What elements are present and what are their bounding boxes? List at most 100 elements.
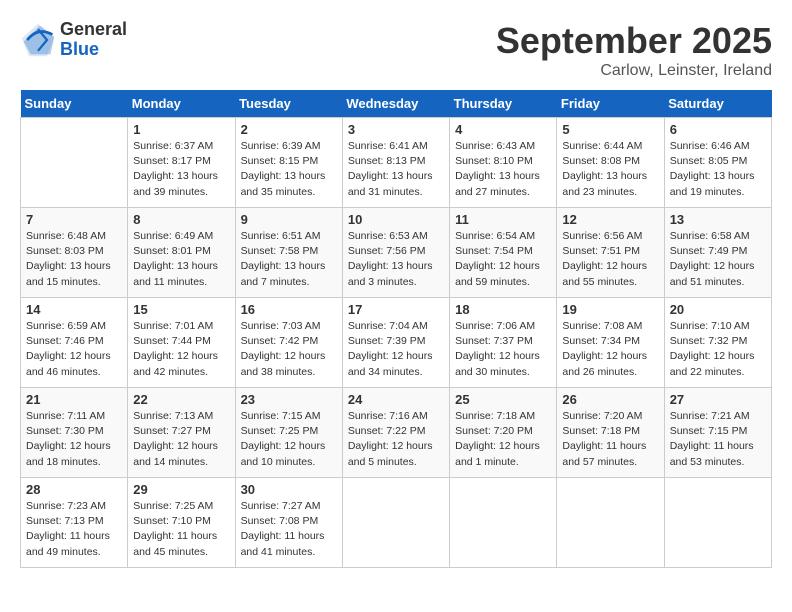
calendar-cell: 15 Sunrise: 7:01 AM Sunset: 7:44 PM Dayli…	[128, 298, 235, 388]
day-info: Sunrise: 7:18 AM Sunset: 7:20 PM Dayligh…	[455, 409, 551, 470]
day-info: Sunrise: 7:04 AM Sunset: 7:39 PM Dayligh…	[348, 319, 444, 380]
day-number: 21	[26, 392, 122, 407]
calendar-week-5: 28 Sunrise: 7:23 AM Sunset: 7:13 PM Dayli…	[21, 478, 772, 568]
calendar-cell: 22 Sunrise: 7:13 AM Sunset: 7:27 PM Dayli…	[128, 388, 235, 478]
calendar-cell	[450, 478, 557, 568]
day-number: 15	[133, 302, 229, 317]
day-info: Sunrise: 6:41 AM Sunset: 8:13 PM Dayligh…	[348, 139, 444, 200]
day-number: 18	[455, 302, 551, 317]
day-number: 17	[348, 302, 444, 317]
day-number: 30	[241, 482, 337, 497]
page-header: General Blue September 2025 Carlow, Lein…	[20, 20, 772, 80]
day-info: Sunrise: 6:43 AM Sunset: 8:10 PM Dayligh…	[455, 139, 551, 200]
day-info: Sunrise: 6:48 AM Sunset: 8:03 PM Dayligh…	[26, 229, 122, 290]
calendar-cell: 25 Sunrise: 7:18 AM Sunset: 7:20 PM Dayli…	[450, 388, 557, 478]
calendar-cell: 27 Sunrise: 7:21 AM Sunset: 7:15 PM Dayli…	[664, 388, 771, 478]
day-info: Sunrise: 6:59 AM Sunset: 7:46 PM Dayligh…	[26, 319, 122, 380]
day-number: 7	[26, 212, 122, 227]
day-info: Sunrise: 6:37 AM Sunset: 8:17 PM Dayligh…	[133, 139, 229, 200]
day-info: Sunrise: 6:53 AM Sunset: 7:56 PM Dayligh…	[348, 229, 444, 290]
day-number: 11	[455, 212, 551, 227]
day-info: Sunrise: 6:51 AM Sunset: 7:58 PM Dayligh…	[241, 229, 337, 290]
calendar-cell: 8Sunrise: 6:49 AM Sunset: 8:01 PM Daylig…	[128, 208, 235, 298]
calendar-cell: 10 Sunrise: 6:53 AM Sunset: 7:56 PM Dayli…	[342, 208, 449, 298]
calendar-cell: 16 Sunrise: 7:03 AM Sunset: 7:42 PM Dayli…	[235, 298, 342, 388]
day-number: 23	[241, 392, 337, 407]
calendar-week-1: 1Sunrise: 6:37 AM Sunset: 8:17 PM Daylig…	[21, 118, 772, 208]
calendar-cell: 5 Sunrise: 6:44 AM Sunset: 8:08 PM Daylig…	[557, 118, 664, 208]
day-number: 20	[670, 302, 766, 317]
day-info: Sunrise: 7:08 AM Sunset: 7:34 PM Dayligh…	[562, 319, 658, 380]
day-number: 25	[455, 392, 551, 407]
calendar-cell: 18Sunrise: 7:06 AM Sunset: 7:37 PM Dayli…	[450, 298, 557, 388]
day-info: Sunrise: 7:23 AM Sunset: 7:13 PM Dayligh…	[26, 499, 122, 560]
calendar-cell: 2 Sunrise: 6:39 AM Sunset: 8:15 PM Daylig…	[235, 118, 342, 208]
calendar-cell: 13 Sunrise: 6:58 AM Sunset: 7:49 PM Dayli…	[664, 208, 771, 298]
day-number: 16	[241, 302, 337, 317]
day-number: 28	[26, 482, 122, 497]
day-info: Sunrise: 6:39 AM Sunset: 8:15 PM Dayligh…	[241, 139, 337, 200]
day-header-friday: Friday	[557, 90, 664, 118]
day-number: 29	[133, 482, 229, 497]
day-number: 6	[670, 122, 766, 137]
day-info: Sunrise: 6:54 AM Sunset: 7:54 PM Dayligh…	[455, 229, 551, 290]
day-info: Sunrise: 7:03 AM Sunset: 7:42 PM Dayligh…	[241, 319, 337, 380]
day-header-tuesday: Tuesday	[235, 90, 342, 118]
day-info: Sunrise: 7:01 AM Sunset: 7:44 PM Dayligh…	[133, 319, 229, 380]
day-info: Sunrise: 7:21 AM Sunset: 7:15 PM Dayligh…	[670, 409, 766, 470]
calendar-cell: 6 Sunrise: 6:46 AM Sunset: 8:05 PM Daylig…	[664, 118, 771, 208]
calendar-cell: 30 Sunrise: 7:27 AM Sunset: 7:08 PM Dayli…	[235, 478, 342, 568]
day-info: Sunrise: 7:25 AM Sunset: 7:10 PM Dayligh…	[133, 499, 229, 560]
calendar-cell	[21, 118, 128, 208]
day-number: 5	[562, 122, 658, 137]
day-header-wednesday: Wednesday	[342, 90, 449, 118]
calendar-week-4: 21 Sunrise: 7:11 AM Sunset: 7:30 PM Dayli…	[21, 388, 772, 478]
calendar-cell: 12Sunrise: 6:56 AM Sunset: 7:51 PM Dayli…	[557, 208, 664, 298]
calendar-cell: 4Sunrise: 6:43 AM Sunset: 8:10 PM Daylig…	[450, 118, 557, 208]
day-header-monday: Monday	[128, 90, 235, 118]
day-number: 12	[562, 212, 658, 227]
calendar-cell	[557, 478, 664, 568]
day-info: Sunrise: 7:15 AM Sunset: 7:25 PM Dayligh…	[241, 409, 337, 470]
day-header-saturday: Saturday	[664, 90, 771, 118]
day-number: 22	[133, 392, 229, 407]
calendar-body: 1Sunrise: 6:37 AM Sunset: 8:17 PM Daylig…	[21, 118, 772, 568]
calendar-cell: 1Sunrise: 6:37 AM Sunset: 8:17 PM Daylig…	[128, 118, 235, 208]
day-info: Sunrise: 7:13 AM Sunset: 7:27 PM Dayligh…	[133, 409, 229, 470]
day-number: 2	[241, 122, 337, 137]
day-number: 10	[348, 212, 444, 227]
day-info: Sunrise: 6:58 AM Sunset: 7:49 PM Dayligh…	[670, 229, 766, 290]
calendar-cell: 21 Sunrise: 7:11 AM Sunset: 7:30 PM Dayli…	[21, 388, 128, 478]
day-info: Sunrise: 6:46 AM Sunset: 8:05 PM Dayligh…	[670, 139, 766, 200]
day-info: Sunrise: 7:10 AM Sunset: 7:32 PM Dayligh…	[670, 319, 766, 380]
day-number: 13	[670, 212, 766, 227]
calendar-cell: 24Sunrise: 7:16 AM Sunset: 7:22 PM Dayli…	[342, 388, 449, 478]
day-number: 9	[241, 212, 337, 227]
month-title: September 2025	[496, 20, 772, 62]
day-number: 27	[670, 392, 766, 407]
calendar-cell: 17 Sunrise: 7:04 AM Sunset: 7:39 PM Dayli…	[342, 298, 449, 388]
day-info: Sunrise: 6:44 AM Sunset: 8:08 PM Dayligh…	[562, 139, 658, 200]
logo-icon	[20, 22, 56, 58]
day-info: Sunrise: 7:27 AM Sunset: 7:08 PM Dayligh…	[241, 499, 337, 560]
logo-general-text: General	[60, 20, 127, 40]
day-info: Sunrise: 7:16 AM Sunset: 7:22 PM Dayligh…	[348, 409, 444, 470]
logo-text: General Blue	[60, 20, 127, 60]
day-header-sunday: Sunday	[21, 90, 128, 118]
calendar-cell: 7 Sunrise: 6:48 AM Sunset: 8:03 PM Daylig…	[21, 208, 128, 298]
calendar-cell: 26 Sunrise: 7:20 AM Sunset: 7:18 PM Dayli…	[557, 388, 664, 478]
day-info: Sunrise: 7:11 AM Sunset: 7:30 PM Dayligh…	[26, 409, 122, 470]
calendar-header: SundayMondayTuesdayWednesdayThursdayFrid…	[21, 90, 772, 118]
day-number: 26	[562, 392, 658, 407]
logo: General Blue	[20, 20, 127, 60]
calendar-cell: 11 Sunrise: 6:54 AM Sunset: 7:54 PM Dayli…	[450, 208, 557, 298]
calendar-cell: 14 Sunrise: 6:59 AM Sunset: 7:46 PM Dayli…	[21, 298, 128, 388]
calendar-table: SundayMondayTuesdayWednesdayThursdayFrid…	[20, 90, 772, 568]
calendar-week-3: 14 Sunrise: 6:59 AM Sunset: 7:46 PM Dayli…	[21, 298, 772, 388]
day-info: Sunrise: 7:20 AM Sunset: 7:18 PM Dayligh…	[562, 409, 658, 470]
calendar-cell: 29 Sunrise: 7:25 AM Sunset: 7:10 PM Dayli…	[128, 478, 235, 568]
calendar-cell	[342, 478, 449, 568]
day-number: 14	[26, 302, 122, 317]
calendar-cell: 23 Sunrise: 7:15 AM Sunset: 7:25 PM Dayli…	[235, 388, 342, 478]
calendar-cell: 28 Sunrise: 7:23 AM Sunset: 7:13 PM Dayli…	[21, 478, 128, 568]
